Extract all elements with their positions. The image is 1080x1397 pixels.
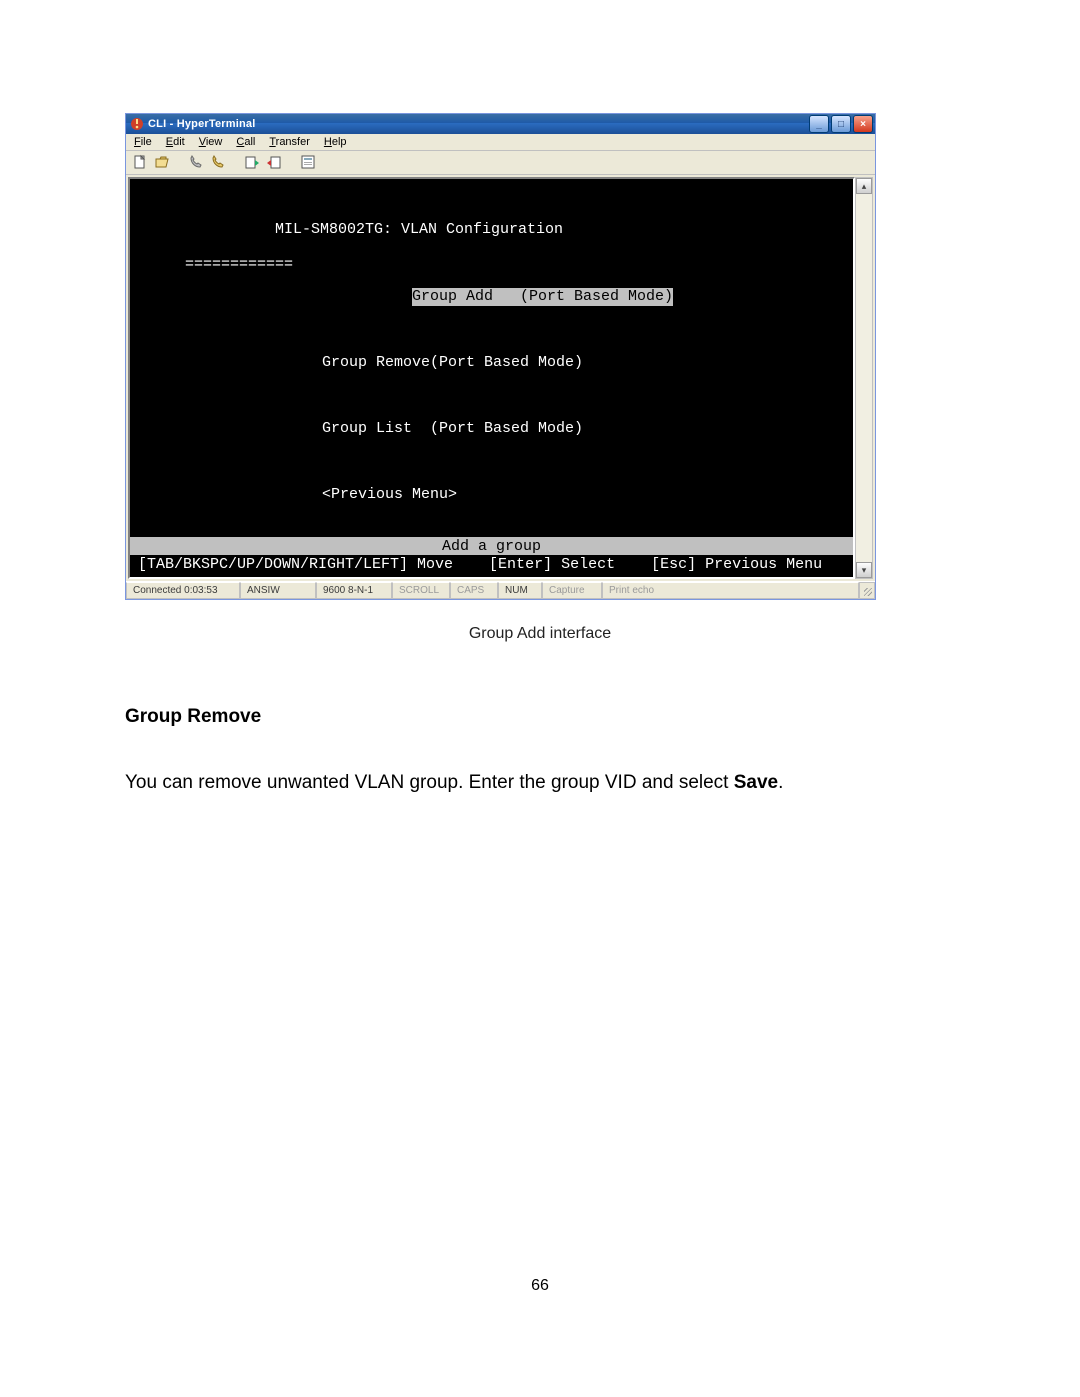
terminal-menu-item-group-remove[interactable]: Group Remove(Port Based Mode)	[322, 354, 673, 371]
new-file-icon[interactable]	[132, 154, 148, 170]
scroll-up-arrow-icon[interactable]: ▴	[856, 178, 872, 194]
vertical-scrollbar[interactable]: ▴ ▾	[855, 177, 873, 579]
status-connected-time: Connected 0:03:53	[126, 582, 240, 599]
menu-help[interactable]: Help	[324, 136, 347, 148]
call-icon[interactable]	[188, 154, 204, 170]
terminal-menu-item-group-add[interactable]: Group Add (Port Based Mode)	[412, 288, 673, 305]
disconnect-icon[interactable]	[210, 154, 226, 170]
hyperterminal-app-icon	[130, 117, 144, 131]
terminal-nav-hint: [TAB/BKSPC/UP/DOWN/RIGHT/LEFT] Move [Ent…	[138, 556, 853, 573]
minimize-button[interactable]: _	[809, 115, 829, 133]
maximize-button[interactable]: □	[831, 115, 851, 133]
open-file-icon[interactable]	[154, 154, 170, 170]
page-number: 66	[0, 1277, 1080, 1295]
resize-grip-icon[interactable]	[859, 582, 875, 599]
status-scroll: SCROLL	[392, 582, 450, 599]
toolbar	[126, 151, 875, 175]
terminal-screen[interactable]: MIL-SM8002TG: VLAN Configuration =======…	[128, 177, 855, 579]
status-capture: Capture	[542, 582, 602, 599]
terminal-title: MIL-SM8002TG: VLAN Configuration	[275, 221, 563, 238]
body-paragraph: You can remove unwanted VLAN group. Ente…	[125, 770, 885, 797]
close-button[interactable]: ×	[853, 115, 873, 133]
section-heading-group-remove: Group Remove	[125, 706, 261, 728]
menubar: File Edit View Call Transfer Help	[126, 134, 875, 151]
terminal-hint-bar: Add a group	[130, 537, 853, 555]
terminal-menu-item-group-list[interactable]: Group List (Port Based Mode)	[322, 420, 673, 437]
menu-call[interactable]: Call	[236, 136, 255, 148]
menu-edit[interactable]: Edit	[166, 136, 185, 148]
menu-file[interactable]: File	[134, 136, 152, 148]
terminal-area-wrap: MIL-SM8002TG: VLAN Configuration =======…	[126, 175, 875, 581]
window-title: CLI - HyperTerminal	[148, 118, 809, 130]
status-emulation: ANSIW	[240, 582, 316, 599]
status-print-echo: Print echo	[602, 582, 859, 599]
statusbar: Connected 0:03:53 ANSIW 9600 8-N-1 SCROL…	[126, 581, 875, 599]
figure-caption: Group Add interface	[0, 625, 1080, 643]
terminal-menu: Group Add (Port Based Mode) Group Remove…	[322, 271, 673, 551]
status-num: NUM	[498, 582, 542, 599]
menu-transfer[interactable]: Transfer	[269, 136, 310, 148]
scroll-track[interactable]	[856, 194, 872, 562]
document-page: CLI - HyperTerminal _ □ × File Edit View…	[0, 0, 1080, 1397]
menu-view[interactable]: View	[199, 136, 223, 148]
scroll-down-arrow-icon[interactable]: ▾	[856, 562, 872, 578]
receive-icon[interactable]	[266, 154, 282, 170]
status-port-settings: 9600 8-N-1	[316, 582, 392, 599]
window-titlebar[interactable]: CLI - HyperTerminal _ □ ×	[126, 114, 875, 134]
status-caps: CAPS	[450, 582, 498, 599]
send-icon[interactable]	[244, 154, 260, 170]
terminal-menu-item-previous-menu[interactable]: <Previous Menu>	[322, 486, 673, 503]
properties-icon[interactable]	[300, 154, 316, 170]
hyperterminal-window: CLI - HyperTerminal _ □ × File Edit View…	[125, 113, 876, 600]
